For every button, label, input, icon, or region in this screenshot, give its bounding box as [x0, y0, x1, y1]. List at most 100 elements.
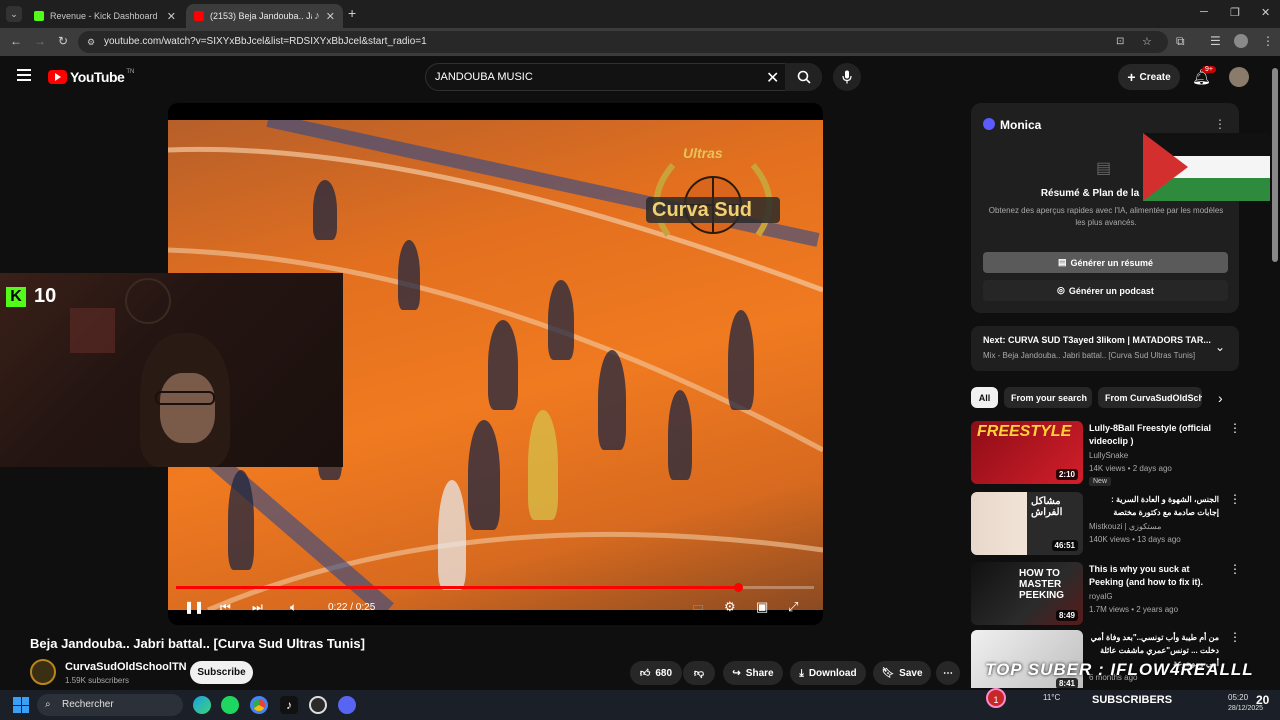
save-button[interactable]: 🔖︎ Save: [873, 661, 931, 685]
minimize-icon[interactable]: ─: [1200, 6, 1208, 18]
generate-summary-button[interactable]: ▤ Générer un résumé: [983, 252, 1228, 273]
subtitles-icon[interactable]: ▭: [692, 599, 704, 615]
chevron-right-icon[interactable]: ›: [1218, 390, 1223, 406]
hamburger-menu-icon[interactable]: [17, 69, 31, 81]
tab-kick-dashboard[interactable]: Revenue - Kick Dashboard ✕: [26, 4, 184, 28]
like-button[interactable]: 👍︎ 680: [630, 661, 682, 685]
back-icon[interactable]: ←: [10, 34, 22, 48]
next-icon[interactable]: ⏭︎: [252, 600, 263, 615]
chrome-icon[interactable]: [250, 696, 268, 714]
maximize-icon[interactable]: ❐: [1230, 6, 1240, 19]
channel-name: LullySnake: [1089, 451, 1129, 460]
search-button[interactable]: [785, 63, 822, 91]
next-in-mix[interactable]: Next: CURVA SUD T3ayed 3likom | MATADORS…: [971, 326, 1239, 371]
generate-podcast-button[interactable]: ◎ Générer un podcast: [983, 280, 1228, 301]
previous-icon[interactable]: ⏮︎: [220, 600, 231, 615]
subscribe-button[interactable]: Subscribe: [190, 661, 253, 684]
kick-logo-icon: K: [6, 286, 26, 307]
video-duration: 46:51: [1051, 540, 1078, 551]
search-query: JANDOUBA MUSIC: [435, 71, 533, 83]
spotify-icon[interactable]: [221, 696, 239, 714]
close-tab-icon[interactable]: ✕: [167, 10, 176, 23]
overlay-logo-subtext: Ultras: [683, 145, 723, 161]
video-thumbnail[interactable]: FREESTYLE 2:10: [971, 421, 1083, 484]
pause-icon[interactable]: ❚❚: [184, 600, 204, 614]
subscribers-label: SUBSCRIBERS: [1092, 694, 1173, 706]
tab-youtube[interactable]: (2153) Beja Jandouba.. Jabri ♪ ✕: [186, 4, 343, 28]
new-tab-icon[interactable]: +: [348, 5, 356, 21]
thumbnail-text: FREESTYLE: [977, 423, 1072, 440]
tab-list-icon[interactable]: ⌄: [6, 6, 22, 22]
tab-strip: ⌄ Revenue - Kick Dashboard ✕ (2153) Beja…: [0, 0, 1280, 28]
poster: [70, 308, 115, 353]
thumbnail-text: HOW TO MASTER PEEKING: [1019, 568, 1065, 601]
dislike-button[interactable]: 👎︎: [683, 661, 715, 685]
chevron-down-icon[interactable]: ⌄: [1215, 340, 1225, 354]
bookmark-star-icon[interactable]: ☆: [1142, 31, 1152, 53]
tiktok-icon[interactable]: ♪: [280, 696, 298, 714]
edge-icon[interactable]: [193, 696, 211, 714]
monica-menu-icon[interactable]: ⋮: [1214, 117, 1226, 131]
progress-bar[interactable]: [176, 586, 814, 589]
weather-temperature[interactable]: 11°C: [1043, 693, 1060, 702]
download-label: Download: [808, 667, 857, 679]
reload-icon[interactable]: ↻: [58, 34, 68, 48]
extensions-icon[interactable]: ⧉: [1176, 34, 1185, 49]
more-options-icon[interactable]: ⋮: [1229, 630, 1241, 644]
chip-all[interactable]: All: [971, 387, 998, 408]
settings-gear-icon[interactable]: ⚙: [724, 599, 736, 615]
channel-name[interactable]: CurvaSudOldSchoolTN: [65, 661, 187, 673]
scrubber-handle[interactable]: [734, 583, 743, 592]
more-options-icon[interactable]: ⋮: [1229, 421, 1241, 435]
chip-from-channel[interactable]: From CurvaSudOldSchool: [1098, 387, 1202, 408]
voice-search-button[interactable]: [833, 63, 861, 91]
discord-icon[interactable]: [338, 696, 356, 714]
address-bar[interactable]: ⚙ youtube.com/watch?v=SIXYxBbJcel&list=R…: [78, 31, 1168, 53]
create-button[interactable]: + Create: [1118, 64, 1180, 90]
more-options-icon[interactable]: ⋮: [1229, 562, 1241, 576]
profile-avatar[interactable]: [1234, 34, 1248, 48]
download-button[interactable]: ⤓ Download: [790, 661, 866, 685]
install-icon[interactable]: ⊡: [1116, 31, 1124, 53]
video-duration: 8:49: [1055, 610, 1078, 621]
video-thumbnail[interactable]: مشاكل الفراش 46:51: [971, 492, 1083, 555]
video-title: Lully-8Ball Freestyle (official videocli…: [1089, 423, 1212, 446]
page-scrollbar[interactable]: [1270, 56, 1280, 696]
overlay-logo-text: Curva Sud: [652, 199, 753, 221]
youtube-favicon-icon: [194, 11, 204, 21]
browser-menu-icon[interactable]: ⋮: [1262, 34, 1274, 48]
miniplayer-icon[interactable]: ▣: [756, 599, 768, 615]
share-button[interactable]: ↪ Share: [723, 661, 783, 685]
recommendation-item[interactable]: FREESTYLE 2:10 Lully-8Ball Freestyle (of…: [971, 421, 1251, 487]
clear-search-icon[interactable]: ✕: [766, 68, 779, 88]
volume-icon[interactable]: 🔈︎: [290, 600, 297, 615]
search-input[interactable]: JANDOUBA MUSIC ✕: [425, 63, 822, 91]
chip-from-your-search[interactable]: From your search: [1004, 387, 1092, 408]
recommendation-item[interactable]: HOW TO MASTER PEEKING 8:49 This is why y…: [971, 562, 1251, 628]
fullscreen-icon[interactable]: ⤢: [788, 599, 798, 615]
scrollbar-thumb[interactable]: [1272, 68, 1278, 262]
obs-icon[interactable]: [309, 696, 327, 714]
clock-time[interactable]: 05:20: [1228, 693, 1248, 702]
recommendation-item[interactable]: مشاكل الفراش 46:51 الجنس، الشهوة و العاد…: [971, 492, 1251, 558]
next-title: Next: CURVA SUD T3ayed 3likom | MATADORS…: [983, 335, 1211, 345]
video-thumbnail[interactable]: HOW TO MASTER PEEKING 8:49: [971, 562, 1083, 625]
video-title: Beja Jandouba.. Jabri battal.. [Curva Su…: [30, 636, 365, 651]
streamer-face: [160, 373, 215, 443]
account-avatar[interactable]: [1229, 67, 1249, 87]
close-tab-icon[interactable]: ✕: [326, 10, 335, 23]
more-actions-button[interactable]: ⋯: [936, 661, 960, 685]
more-options-icon[interactable]: ⋮: [1229, 492, 1241, 506]
audio-icon[interactable]: ♪: [314, 10, 320, 22]
taskbar-search[interactable]: ⌕ Rechercher: [37, 694, 183, 716]
youtube-logo[interactable]: YouTube TN: [48, 69, 134, 85]
kick-viewer-widget: K 10: [6, 285, 56, 308]
search-icon: ⌕: [45, 699, 51, 710]
channel-avatar[interactable]: [30, 659, 56, 685]
plus-icon: +: [1127, 69, 1136, 85]
site-info-icon[interactable]: ⚙: [87, 31, 95, 53]
forward-icon[interactable]: →: [34, 34, 46, 48]
reading-list-icon[interactable]: ☰: [1210, 34, 1221, 48]
close-window-icon[interactable]: ✕: [1261, 6, 1270, 19]
windows-start-icon[interactable]: [13, 697, 29, 713]
